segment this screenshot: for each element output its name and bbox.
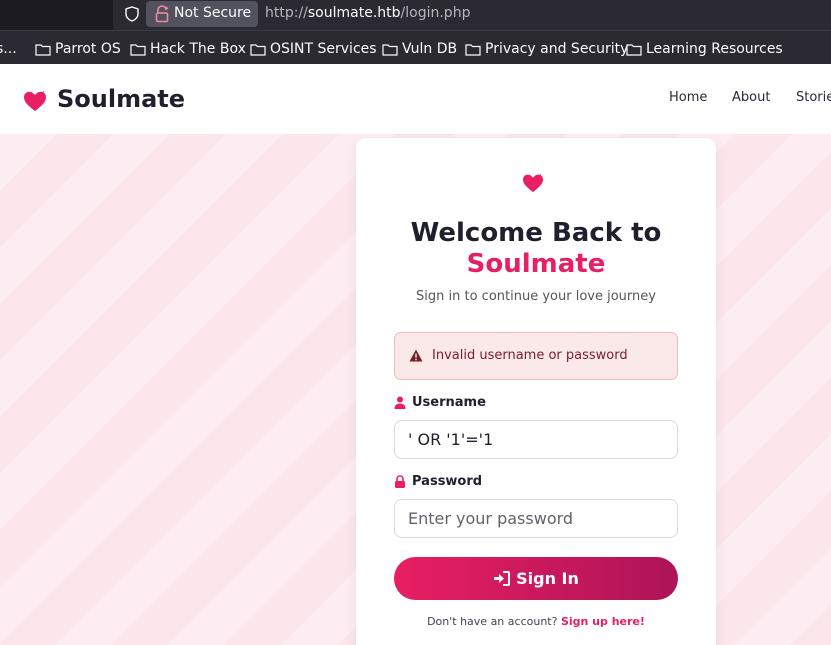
bookmark-learning-resources[interactable]: Learning Resources: [626, 40, 783, 58]
user-icon: [394, 396, 406, 409]
url-host: soulmate.htb: [307, 5, 401, 21]
bookmark-privacy-and-security[interactable]: Privacy and Security: [465, 40, 628, 58]
not-secure-label: Not Secure: [174, 5, 252, 21]
bookmark-vuln-db[interactable]: Vuln DB: [382, 40, 457, 58]
insecure-lock-icon: [155, 5, 169, 23]
shield-icon[interactable]: [124, 6, 140, 22]
folder-icon: [130, 43, 146, 56]
folder-icon: [465, 43, 481, 56]
sign-in-button[interactable]: Sign In: [394, 557, 678, 600]
bookmark-label: Privacy and Security: [485, 41, 629, 57]
nav-stories[interactable]: Storie: [796, 90, 831, 105]
bookmark-label: Learning Resources: [646, 41, 783, 57]
folder-icon: [626, 43, 642, 56]
username-label: Username: [394, 395, 486, 410]
heart-logo-icon[interactable]: [23, 90, 47, 112]
url-scheme: http://: [265, 5, 308, 21]
password-label-text: Password: [412, 474, 483, 489]
login-subtitle: Sign in to continue your love journey: [416, 289, 656, 304]
folder-icon: [250, 43, 266, 56]
bookmark-label: OSINT Services: [270, 41, 377, 57]
sign-in-label: Sign In: [516, 569, 579, 588]
password-label: Password: [394, 474, 482, 489]
error-alert: Invalid username or password: [394, 332, 678, 380]
signup-link[interactable]: Sign up here!: [561, 615, 645, 628]
folder-icon: [382, 43, 398, 56]
lock-icon: [395, 475, 405, 488]
signup-prompt-text: Don't have an account?: [427, 615, 558, 628]
browser-url-bar: Not Secure http://soulmate.htb/login.php: [0, 0, 831, 30]
nav-about[interactable]: About: [732, 90, 770, 105]
sign-in-icon: [494, 571, 511, 586]
url-path: /login.php: [400, 5, 471, 21]
bookmark-truncated[interactable]: s...: [0, 40, 17, 58]
bookmarks-bar: s... Parrot OS Hack The Box OSINT Servic…: [0, 30, 831, 64]
nav-home[interactable]: Home: [669, 90, 707, 105]
tab-strip-edge: [0, 0, 113, 30]
folder-icon: [35, 43, 51, 56]
bookmark-parrot-os[interactable]: Parrot OS: [35, 40, 121, 58]
url-field[interactable]: http://soulmate.htb/login.php: [265, 5, 470, 21]
login-card: Welcome Back to Soulmate Sign in to cont…: [356, 138, 716, 645]
signup-prompt: Don't have an account? Sign up here!: [356, 615, 716, 628]
error-message: Invalid username or password: [432, 348, 628, 363]
bookmark-label: Vuln DB: [402, 41, 458, 57]
password-input[interactable]: [394, 499, 678, 538]
bookmark-label: Hack The Box: [150, 41, 246, 57]
login-title: Welcome Back to: [410, 218, 662, 248]
bookmark-osint-services[interactable]: OSINT Services: [250, 40, 377, 58]
bookmark-label: s...: [0, 41, 17, 57]
site-header: Soulmate Home About Storie: [0, 64, 831, 134]
heart-icon: [523, 173, 544, 193]
login-title-brand: Soulmate: [466, 249, 606, 279]
brand-name[interactable]: Soulmate: [57, 85, 185, 113]
warning-icon: [409, 349, 423, 362]
username-input[interactable]: [394, 420, 678, 459]
bookmark-label: Parrot OS: [55, 41, 121, 57]
username-label-text: Username: [412, 395, 486, 410]
bookmark-hack-the-box[interactable]: Hack The Box: [130, 40, 246, 58]
